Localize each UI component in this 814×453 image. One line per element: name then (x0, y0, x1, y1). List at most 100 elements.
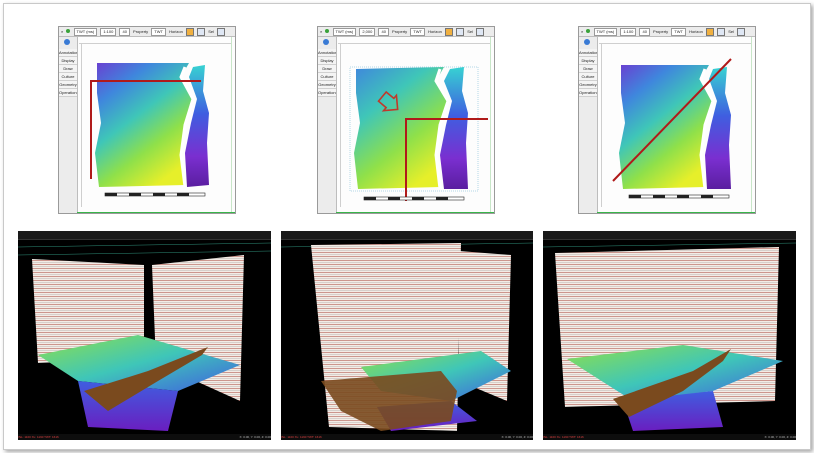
horizon-map (612, 58, 732, 199)
home-icon[interactable] (64, 39, 70, 45)
3d-view-2[interactable]: INL: 1100 XL: 1190 TWT: 1616 X: 0.00, Y:… (281, 231, 533, 440)
horizon-icon[interactable] (445, 28, 454, 36)
zoom-icon[interactable]: ⌕ (581, 27, 583, 36)
domain-select[interactable]: TWT (ms) (73, 28, 98, 36)
horizon-icon[interactable] (186, 28, 195, 36)
horizon-label: Horizon (169, 29, 183, 34)
position-readout: X: 0.00, Y: 0.00, Z: 0.00 (764, 435, 796, 439)
sidebar-item-display[interactable]: Display (59, 57, 77, 65)
sidebar-item-draw[interactable]: Draw (318, 65, 336, 73)
scale-field[interactable]: 2,000 (359, 28, 376, 36)
sidebar-item-operations[interactable]: Operations (59, 89, 77, 97)
status-dot (586, 29, 591, 33)
sidebar-item-culture[interactable]: Culture (59, 73, 77, 81)
map-toolbar: ⌕ TWT (ms) 1:100 40 Property TWT Horizon… (59, 27, 235, 37)
scale-bar (363, 196, 465, 201)
3d-status-bar: INL: 1100 XL: 1190 TWT: 1616 X: 0.00, Y:… (281, 434, 533, 440)
sidebar-item-geometry[interactable]: Geometry (318, 81, 336, 89)
step-field[interactable]: 40 (119, 28, 130, 36)
step-field[interactable]: 40 (639, 28, 650, 36)
sel-label: Sel (728, 29, 735, 34)
bottom-scroll-track[interactable] (597, 212, 755, 213)
horizon-block-east (705, 67, 731, 189)
pan-icon[interactable] (456, 28, 465, 36)
property-select[interactable]: TWT (151, 28, 166, 36)
horizon-label: Horizon (689, 29, 703, 34)
bottom-scroll-track[interactable] (77, 212, 235, 213)
sidebar-item-culture[interactable]: Culture (579, 73, 597, 81)
horizon-icon[interactable] (706, 28, 715, 36)
horizon-map (90, 63, 209, 197)
scale-field[interactable]: 1:100 (620, 28, 637, 36)
property-label: Property (392, 29, 408, 34)
bottom-scroll-track[interactable] (336, 212, 494, 213)
scale-bar (628, 194, 730, 199)
sidebar-item-annotation[interactable]: Annotation (318, 49, 336, 57)
3d-view-3[interactable]: INL: 1100 XL: 1190 TWT: 1616 X: 0.00, Y:… (543, 231, 796, 440)
sidebar-item-culture[interactable]: Culture (318, 73, 336, 81)
map-sidebar: Annotation Display Draw Culture Geometry… (579, 37, 598, 213)
cursor-readout: INL: 1100 XL: 1190 TWT: 1616 (18, 435, 59, 439)
scale-bar (104, 192, 206, 197)
horizon-block-west (354, 67, 448, 189)
zoom-icon[interactable]: ⌕ (320, 27, 322, 36)
property-select[interactable]: TWT (410, 28, 425, 36)
map-toolbar: ⌕ TWT (ms) 1:100 40 Property TWT Horizon… (579, 27, 755, 37)
status-dot (66, 29, 71, 33)
sidebar-item-geometry[interactable]: Geometry (579, 81, 597, 89)
3d-scene (543, 242, 796, 431)
horizon-block-east (185, 65, 209, 187)
cursor-readout: INL: 1100 XL: 1190 TWT: 1616 (281, 435, 322, 439)
sidebar-item-geometry[interactable]: Geometry (59, 81, 77, 89)
position-readout: X: 0.00, Y: 0.00, Z: 0.00 (239, 435, 271, 439)
sidebar-item-annotation[interactable]: Annotation (579, 49, 597, 57)
pan-icon[interactable] (717, 28, 726, 36)
map-window-1: ⌕ TWT (ms) 1:100 40 Property TWT Horizon… (58, 26, 236, 214)
sel-label: Sel (467, 29, 474, 34)
search-icon[interactable] (217, 28, 226, 36)
sidebar-item-annotation[interactable]: Annotation (59, 49, 77, 57)
status-dot (325, 29, 330, 33)
sidebar-item-operations[interactable]: Operations (318, 89, 336, 97)
search-icon[interactable] (476, 28, 485, 36)
grid-line (543, 242, 796, 248)
pan-icon[interactable] (197, 28, 206, 36)
home-icon[interactable] (584, 39, 590, 45)
map-window-2: ⌕ TWT (ms) 2,000 40 Property TWT Horizon… (317, 26, 495, 214)
search-icon[interactable] (737, 28, 746, 36)
sidebar-item-draw[interactable]: Draw (579, 65, 597, 73)
scale-field[interactable]: 1:100 (100, 28, 117, 36)
sidebar-item-operations[interactable]: Operations (579, 89, 597, 97)
map-sidebar: Annotation Display Draw Culture Geometry… (318, 37, 337, 213)
right-scroll-track[interactable] (751, 37, 752, 213)
domain-select[interactable]: TWT (ms) (332, 28, 357, 36)
home-icon[interactable] (323, 39, 329, 45)
sidebar-item-draw[interactable]: Draw (59, 65, 77, 73)
sidebar-item-display[interactable]: Display (318, 57, 336, 65)
property-label: Property (133, 29, 149, 34)
sidebar-item-display[interactable]: Display (579, 57, 597, 65)
position-readout: X: 0.00, Y: 0.00, Z: 0.00 (501, 435, 533, 439)
step-field[interactable]: 40 (378, 28, 389, 36)
3d-scene (281, 242, 533, 431)
right-scroll-track[interactable] (231, 37, 232, 213)
3d-scene (18, 242, 271, 431)
map-sidebar: Annotation Display Draw Culture Geometry… (59, 37, 78, 213)
domain-select[interactable]: TWT (ms) (593, 28, 618, 36)
property-label: Property (653, 29, 669, 34)
zoom-icon[interactable]: ⌕ (61, 27, 63, 36)
3d-status-bar: INL: 1100 XL: 1190 TWT: 1616 X: 0.00, Y:… (543, 434, 796, 440)
grid-line (18, 250, 271, 256)
sel-label: Sel (208, 29, 215, 34)
3d-status-bar: INL: 1100 XL: 1190 TWT: 1616 X: 0.00, Y:… (18, 434, 271, 440)
grid-line (18, 242, 271, 248)
map-toolbar: ⌕ TWT (ms) 2,000 40 Property TWT Horizon… (318, 27, 494, 37)
map-window-3: ⌕ TWT (ms) 1:100 40 Property TWT Horizon… (578, 26, 756, 214)
right-scroll-track[interactable] (490, 37, 491, 213)
property-select[interactable]: TWT (671, 28, 686, 36)
horizon-map (349, 66, 488, 201)
cursor-readout: INL: 1100 XL: 1190 TWT: 1616 (543, 435, 584, 439)
3d-view-1[interactable]: INL: 1100 XL: 1190 TWT: 1616 X: 0.00, Y:… (18, 231, 271, 440)
horizon-block-east (440, 67, 468, 189)
horizon-label: Horizon (428, 29, 442, 34)
